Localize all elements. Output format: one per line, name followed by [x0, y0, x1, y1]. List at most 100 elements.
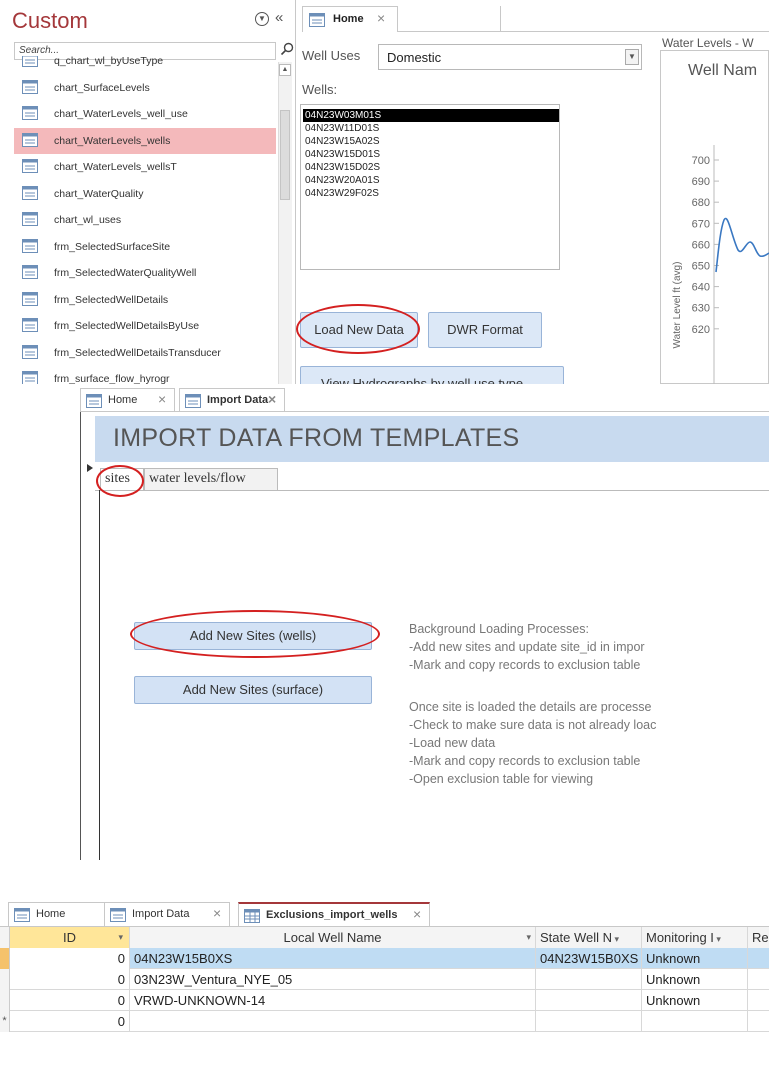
well-list-item[interactable]: 04N23W29F02S — [303, 187, 559, 200]
nav-item-chart-wl-uses[interactable]: chart_wl_uses — [14, 207, 276, 233]
nav-item-label: chart_WaterLevels_well_use — [54, 108, 188, 120]
column-header[interactable]: Local Well Name ▾ — [130, 927, 536, 948]
well-list-item[interactable]: 04N23W15D02S — [303, 161, 559, 174]
well-list-item[interactable]: 04N23W15D01S — [303, 148, 559, 161]
column-header[interactable]: State Well N ▾ — [536, 927, 642, 948]
column-filter-icon[interactable]: ▾ — [118, 927, 123, 948]
table-row[interactable]: 0 04N23W15B0XS 04N23W15B0XS Unknown — [0, 948, 769, 969]
table-cell[interactable] — [536, 1011, 642, 1032]
column-header[interactable]: Re — [748, 927, 769, 948]
column-filter-icon[interactable]: ▾ — [526, 927, 531, 948]
table-cell[interactable]: Unknown — [642, 990, 748, 1011]
nav-pane-title[interactable]: Custom — [12, 8, 88, 34]
table-cell[interactable]: VRWD-UNKNOWN-14 — [130, 990, 536, 1011]
nav-item-frm-selectedwelldetailsbyuse[interactable]: frm_SelectedWellDetailsByUse — [14, 313, 276, 339]
record-selector[interactable]: * — [0, 1011, 10, 1032]
table-cell[interactable]: 03N23W_Ventura_NYE_05 — [130, 969, 536, 990]
nav-item-label: frm_SelectedSurfaceSite — [54, 240, 171, 253]
nav-item-frm-selectedwelldetails[interactable]: frm_SelectedWellDetails — [14, 287, 276, 313]
tab-home[interactable]: Home × — [80, 388, 175, 412]
process-note-line: -Mark and copy records to exclusion tabl… — [409, 754, 641, 768]
tab-bar-divider — [398, 31, 769, 32]
record-selector[interactable] — [0, 990, 10, 1011]
record-selector[interactable] — [0, 948, 10, 969]
exclusions-table-screen: Home×Import Data×Exclusions_import_wells… — [0, 860, 769, 1076]
close-icon[interactable]: × — [213, 905, 221, 921]
form-icon — [22, 185, 38, 200]
nav-item-label: q_chart_wl_byUseType — [54, 56, 164, 67]
table-cell[interactable] — [130, 1011, 536, 1032]
nav-item-frm-surface-flow-hyrogr[interactable]: frm_surface_flow_hyrogr — [14, 366, 276, 384]
column-filter-icon[interactable]: ▾ — [714, 934, 721, 944]
well-uses-value: Domestic — [387, 50, 442, 65]
tab-exclusions-import-wells[interactable]: Exclusions_import_wells × — [238, 902, 430, 926]
table-cell[interactable]: 0 — [10, 1011, 130, 1032]
well-list-item[interactable]: 04N23W15A02S — [303, 135, 559, 148]
table-cell[interactable] — [536, 990, 642, 1011]
nav-item-label: chart_WaterLevels_wellsT — [54, 161, 177, 173]
nav-item-label: frm_SelectedWellDetailsByUse — [54, 320, 200, 332]
table-cell[interactable]: 04N23W15B0XS — [536, 948, 642, 969]
column-filter-icon[interactable]: ▾ — [612, 934, 620, 944]
table-cell[interactable]: Unknown — [642, 948, 748, 969]
table-row[interactable]: * 0 — [0, 1011, 769, 1032]
nav-options-chevron-icon[interactable]: ▼ — [255, 12, 269, 26]
tab-import-data[interactable]: Import Data × — [104, 902, 230, 926]
search-icon[interactable] — [280, 42, 294, 56]
table-row[interactable]: 0 03N23W_Ventura_NYE_05 Unknown — [0, 969, 769, 990]
collapse-pane-icon[interactable]: « — [275, 9, 283, 26]
nav-item-frm-selectedwaterqualitywell[interactable]: frm_SelectedWaterQualityWell — [14, 260, 276, 286]
nav-item-frm-selectedwelldetailstransducer[interactable]: frm_SelectedWellDetailsTransducer — [14, 340, 276, 366]
chart-y-tick-label: 670 — [692, 218, 710, 230]
tab-import-data[interactable]: Import Data × — [179, 388, 285, 412]
close-icon[interactable]: × — [413, 906, 421, 922]
close-icon[interactable]: × — [268, 391, 276, 407]
subtab-water-levels-flow[interactable]: water levels/flow — [144, 468, 278, 490]
wells-listbox[interactable]: 04N23W03M01S 04N23W11D01S 04N23W15A02S 04N2… — [300, 104, 560, 270]
well-list-item[interactable]: 04N23W11D01S — [303, 122, 559, 135]
tab-home[interactable]: Home × — [302, 6, 398, 32]
nav-item-chart-waterlevels-wells[interactable]: chart_WaterLevels_wells — [14, 127, 276, 154]
table-cell[interactable] — [748, 1011, 769, 1032]
close-icon[interactable]: × — [158, 391, 166, 407]
column-header[interactable]: Monitoring I ▾ — [642, 927, 748, 948]
chart-y-tick-label: 660 — [692, 239, 710, 251]
table-row[interactable]: 0 VRWD-UNKNOWN-14 Unknown — [0, 990, 769, 1011]
table-cell[interactable]: 0 — [10, 969, 130, 990]
table-cell[interactable]: 0 — [10, 948, 130, 969]
add-new-sites-surface-button[interactable]: Add New Sites (surface) — [134, 676, 372, 704]
select-all-cell[interactable] — [0, 927, 10, 948]
well-uses-select[interactable]: Domestic ▼ — [378, 44, 642, 70]
table-cell[interactable] — [642, 1011, 748, 1032]
nav-object-list: q_chart_wl_byUseType chart_SurfaceLevelsc… — [14, 56, 276, 384]
table-cell[interactable] — [748, 948, 769, 969]
well-list-item[interactable]: 04N23W03M01S — [303, 109, 559, 122]
form-icon — [22, 238, 38, 253]
nav-item-chart-surfacelevels[interactable]: chart_SurfaceLevels — [14, 75, 276, 101]
process-note-line: Once site is loaded the details are proc… — [409, 700, 652, 714]
nav-item-frm-selectedsurfacesite[interactable]: frm_SelectedSurfaceSite — [14, 234, 276, 260]
form-selector-icon[interactable] — [87, 464, 93, 472]
table-cell[interactable] — [748, 990, 769, 1011]
nav-item-chart-waterlevels-well-use[interactable]: chart_WaterLevels_well_use — [14, 101, 276, 127]
nav-item-q-chart-wl-byusetype[interactable]: q_chart_wl_byUseType — [14, 56, 276, 74]
dwr-format-button[interactable]: DWR Format — [428, 312, 542, 348]
nav-item-label: frm_surface_flow_hyrogr — [54, 373, 170, 384]
table-cell[interactable]: Unknown — [642, 969, 748, 990]
scroll-up-icon[interactable]: ▲ — [279, 64, 291, 76]
well-list-item[interactable]: 04N23W20A01S — [303, 174, 559, 187]
chevron-down-icon[interactable]: ▼ — [625, 49, 639, 65]
record-selector[interactable] — [0, 969, 10, 990]
nav-scroll-thumb[interactable] — [280, 110, 290, 200]
nav-item-chart-waterlevels-wellst[interactable]: chart_WaterLevels_wellsT — [14, 154, 276, 180]
table-cell[interactable]: 04N23W15B0XS — [130, 948, 536, 969]
column-header[interactable]: ID ▾ — [10, 927, 130, 948]
close-icon[interactable]: × — [377, 10, 385, 26]
table-cell[interactable]: 0 — [10, 990, 130, 1011]
nav-item-chart-waterquality[interactable]: chart_WaterQuality — [14, 181, 276, 207]
view-hydrographs-button[interactable]: View Hydrographs by well use type — [300, 366, 564, 384]
chart-y-axis-label: Water Level ft (avg) — [672, 262, 683, 349]
table-cell[interactable] — [536, 969, 642, 990]
form-icon — [22, 318, 38, 332]
table-cell[interactable] — [748, 969, 769, 990]
